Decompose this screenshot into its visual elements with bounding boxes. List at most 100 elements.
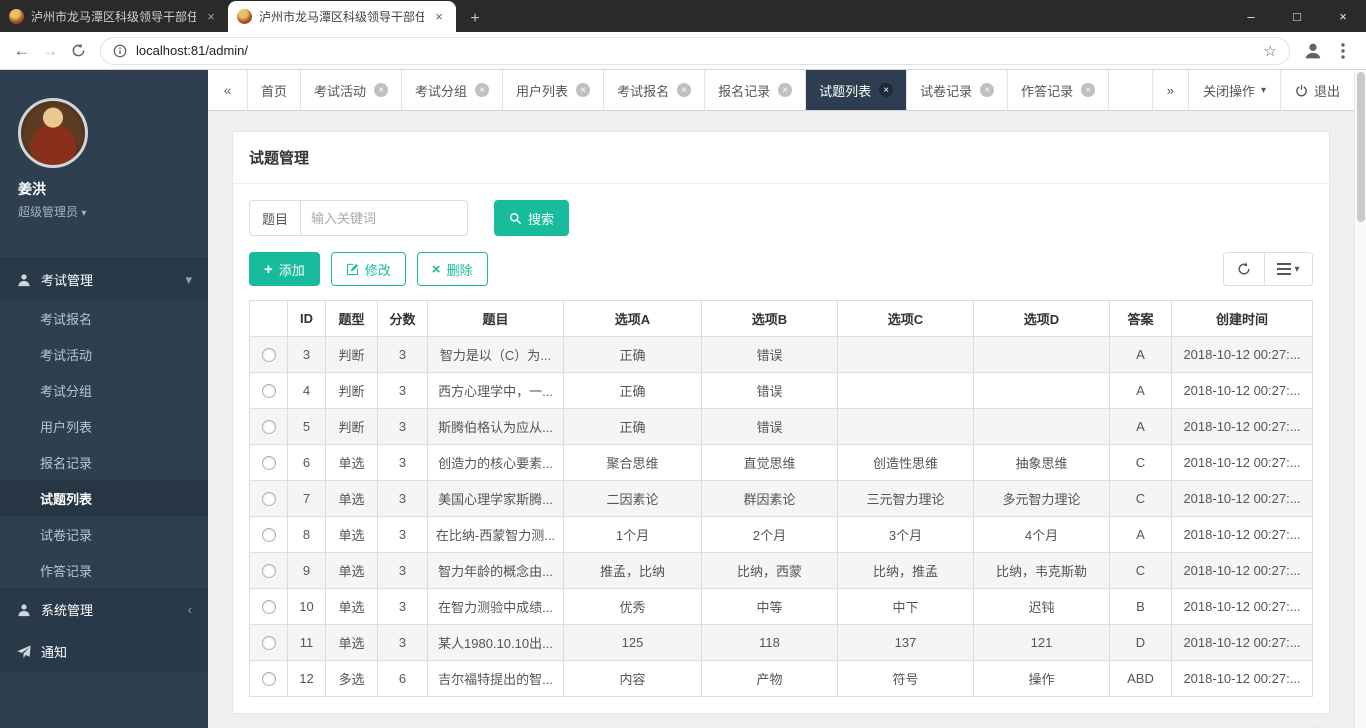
- table-cell: 比纳，推孟: [838, 553, 974, 589]
- tab-close-icon[interactable]: ×: [677, 83, 691, 97]
- table-row: 7单选3美国心理学家斯腾...二因素论群因素论三元智力理论多元智力理论C2018…: [250, 481, 1313, 517]
- new-tab-button[interactable]: +: [460, 6, 490, 32]
- search-button-label: 搜索: [528, 209, 554, 228]
- refresh-icon[interactable]: [64, 37, 92, 65]
- tab-close-icon[interactable]: ×: [431, 9, 447, 25]
- tab-close-icon[interactable]: ×: [475, 83, 489, 97]
- table-cell: 符号: [838, 661, 974, 697]
- table-cell: 吉尔福特提出的智...: [428, 661, 564, 697]
- address-bar[interactable]: localhost:81/admin/ ☆: [100, 37, 1290, 65]
- add-button[interactable]: + 添加: [249, 252, 320, 286]
- close-button[interactable]: ×: [1320, 0, 1366, 32]
- sidebar-item-6[interactable]: 试题列表: [0, 480, 208, 516]
- tab-label: 试卷记录: [920, 81, 972, 100]
- add-button-label: 添加: [279, 260, 305, 279]
- app-tab-7[interactable]: 试卷记录 ×: [907, 70, 1008, 110]
- sidebar-item-3[interactable]: 考试分组: [0, 372, 208, 408]
- app-tab-6[interactable]: 试题列表×: [806, 70, 907, 110]
- tab-close-icon[interactable]: ×: [203, 9, 219, 25]
- app-tab-5[interactable]: 报名记录×: [705, 70, 806, 110]
- scroll-tabs-left-icon[interactable]: «: [208, 70, 248, 110]
- browser-tab-title: 泸州市龙马潭区科级领导干部任: [31, 8, 196, 25]
- row-radio[interactable]: [262, 492, 276, 506]
- row-radio[interactable]: [262, 348, 276, 362]
- sidebar-item-2[interactable]: 考试活动: [0, 336, 208, 372]
- app-tab-1[interactable]: 考试活动×: [301, 70, 402, 110]
- table-row: 11单选3某人1980.10.10出...125118137121D2018-1…: [250, 625, 1313, 661]
- table-cell: A: [1110, 517, 1172, 553]
- table-cell: 中等: [702, 589, 838, 625]
- menu-system-management[interactable]: 系统管理 ‹: [0, 588, 208, 630]
- sidebar-item-8[interactable]: 作答记录: [0, 552, 208, 588]
- page-footer: © 2017-2018 龙驰科技: [232, 714, 1330, 728]
- search-input[interactable]: [300, 200, 468, 236]
- row-radio[interactable]: [262, 636, 276, 650]
- table-cell: 斯腾伯格认为应从...: [428, 409, 564, 445]
- delete-button[interactable]: × 删除: [417, 252, 488, 286]
- row-select-cell: [250, 553, 288, 589]
- page-scrollbar[interactable]: [1354, 70, 1366, 728]
- search-field-label: 题目: [249, 200, 300, 236]
- url-text[interactable]: localhost:81/admin/: [136, 43, 248, 58]
- tab-close-icon[interactable]: ×: [1081, 83, 1095, 97]
- menu-notifications[interactable]: 通知: [0, 630, 208, 672]
- sidebar-item-1[interactable]: 考试报名: [0, 300, 208, 336]
- tab-close-icon[interactable]: ×: [374, 83, 388, 97]
- tab-close-icon[interactable]: ×: [980, 83, 994, 97]
- sidebar-item-5[interactable]: 报名记录: [0, 444, 208, 480]
- back-icon[interactable]: ←: [8, 37, 36, 65]
- card-body: 题目 搜索 +: [233, 184, 1329, 713]
- search-button[interactable]: 搜索: [494, 200, 569, 236]
- user-role-dropdown[interactable]: 超级管理员 ▾: [18, 203, 190, 220]
- table-cell: 多选: [326, 661, 378, 697]
- app-tab-home[interactable]: 首页: [248, 70, 301, 110]
- table-cell: 137: [838, 625, 974, 661]
- table-cell: 3: [378, 589, 428, 625]
- scrollbar-thumb[interactable]: [1357, 72, 1365, 222]
- reload-table-button[interactable]: [1224, 253, 1264, 285]
- forward-icon[interactable]: →: [36, 37, 64, 65]
- browser-tab-1[interactable]: 泸州市龙马潭区科级领导干部任 ×: [0, 1, 228, 32]
- header-cell: ID: [288, 301, 326, 337]
- browser-tab-2[interactable]: 泸州市龙马潭区科级领导干部任 ×: [228, 1, 456, 32]
- chrome-menu-icon[interactable]: [1328, 36, 1358, 66]
- table-cell: 迟钝: [974, 589, 1110, 625]
- edit-button[interactable]: 修改: [331, 252, 406, 286]
- row-radio[interactable]: [262, 456, 276, 470]
- maximize-button[interactable]: □: [1274, 0, 1320, 32]
- tab-label: 首页: [261, 81, 287, 100]
- row-radio[interactable]: [262, 600, 276, 614]
- bookmark-star-icon[interactable]: ☆: [1264, 42, 1277, 60]
- tab-close-icon[interactable]: ×: [879, 83, 893, 97]
- info-icon[interactable]: [113, 44, 127, 58]
- app-tab-2[interactable]: 考试分组×: [402, 70, 503, 110]
- app-tab-3[interactable]: 用户列表 ×: [503, 70, 604, 110]
- row-radio[interactable]: [262, 528, 276, 542]
- row-radio[interactable]: [262, 384, 276, 398]
- app-tab-8[interactable]: 作答记录×: [1008, 70, 1109, 110]
- app-tab-4[interactable]: 考试报名×: [604, 70, 705, 110]
- menu-exam-management[interactable]: 考试管理 ▾: [0, 258, 208, 300]
- tab-close-icon[interactable]: ×: [778, 83, 792, 97]
- table-cell: 121: [974, 625, 1110, 661]
- tab-label: 用户列表: [516, 81, 568, 100]
- close-operations-dropdown[interactable]: 关闭操作 ▾: [1188, 70, 1280, 110]
- sidebar-item-4[interactable]: 用户列表: [0, 408, 208, 444]
- table-cell: C: [1110, 553, 1172, 589]
- browser-tab-title: 泸州市龙马潭区科级领导干部任: [259, 8, 424, 25]
- row-radio[interactable]: [262, 420, 276, 434]
- row-radio[interactable]: [262, 564, 276, 578]
- tab-close-icon[interactable]: ×: [576, 83, 590, 97]
- row-radio[interactable]: [262, 672, 276, 686]
- columns-dropdown-button[interactable]: ▾: [1264, 253, 1312, 285]
- menu-label: 通知: [41, 642, 67, 661]
- logout-button[interactable]: 退出: [1280, 70, 1354, 110]
- scroll-tabs-right-icon[interactable]: »: [1152, 70, 1188, 110]
- minimize-button[interactable]: –: [1228, 0, 1274, 32]
- submenu-exam-management: 考试报名考试活动考试分组用户列表报名记录试题列表试卷记录作答记录: [0, 300, 208, 588]
- table-cell: 2018-10-12 00:27:...: [1172, 661, 1313, 697]
- sidebar-item-7[interactable]: 试卷记录: [0, 516, 208, 552]
- profile-icon[interactable]: [1298, 36, 1328, 66]
- table-cell: 操作: [974, 661, 1110, 697]
- table-cell: 12: [288, 661, 326, 697]
